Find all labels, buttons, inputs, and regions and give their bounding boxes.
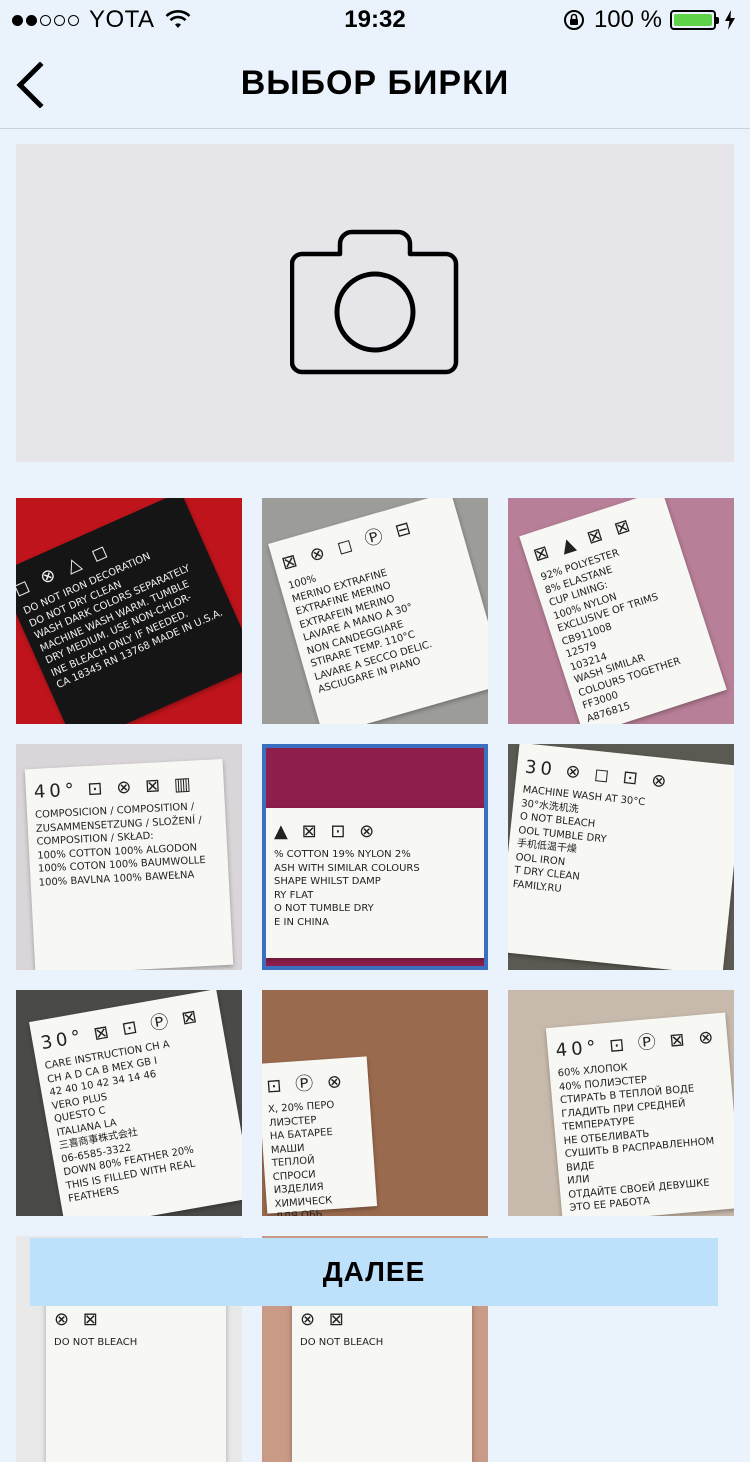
tag-thumbnail[interactable]: 40° ⊡ ⊗ ⊠ ▥ COMPOSICION / COMPOSITION / ZU… <box>16 744 242 970</box>
tag-thumbnail[interactable]: ⊠ ⊗ ◻ Ⓟ ⊟ 100% MERINO EXTRAFINE EXTRAFINE M… <box>262 498 488 724</box>
next-button[interactable]: ДАЛЕЕ <box>30 1238 718 1306</box>
care-symbols-icon: ⊗ ⊠ <box>300 1309 348 1330</box>
take-photo-button[interactable] <box>16 144 734 462</box>
battery-percent: 100 % <box>593 6 662 33</box>
tag-thumbnail[interactable]: 30 ⊗ ◻ ⊡ ⊗ MACHINE WASH AT 30°C 30°水洗机洗 O N… <box>508 744 734 970</box>
care-symbols-icon: ⊗ ⊠ <box>54 1309 102 1330</box>
care-label-text: E IN CHINA <box>274 916 329 928</box>
care-label-image: 30° ⊠ ⊡ Ⓟ ⊠ CARE INSTRUCTION CH A CH A D C… <box>29 990 242 1216</box>
care-label-image: ▲ ⊠ ⊡ ⊗ % COTTON 19% NYLON 2% ASH WITH SIM… <box>266 808 484 958</box>
care-label-text: RY FLAT <box>274 889 314 901</box>
care-label-text: ASH WITH SIMILAR COLOURS <box>274 862 420 874</box>
care-label-image: ⊗ ⊠ DO NOT BLEACH <box>292 1296 472 1462</box>
care-label-image: 40° ⊡ ⊗ ⊠ ▥ COMPOSICION / COMPOSITION / ZU… <box>24 758 234 970</box>
page-title: ВЫБОР БИРКИ <box>240 64 510 102</box>
orientation-lock-icon <box>563 10 584 30</box>
tag-thumbnail[interactable]: 30° ⊠ ⊡ Ⓟ ⊠ CARE INSTRUCTION CH A CH A D C… <box>16 990 242 1216</box>
camera-icon <box>290 229 459 375</box>
care-label-image: 40° ⊡ Ⓟ ⊠ ⊗ 60% ХЛОПОК 40% ПОЛИЭСТЕР СТИРАТ… <box>545 1012 734 1216</box>
care-symbols-icon: ▲ ⊠ ⊡ ⊗ <box>274 821 379 842</box>
care-symbols-icon: ⊡ Ⓟ ⊗ <box>265 1070 347 1098</box>
tag-thumbnail[interactable]: ⊠ ▲ ⊠ ⊠ 92% polyester 8% elastane cup linin… <box>508 498 734 724</box>
tag-thumbnail[interactable]: ▲ ⊠ ⊡ ⊗ % COTTON 19% NYLON 2% ASH WITH SIM… <box>262 744 488 970</box>
battery-icon <box>670 10 719 30</box>
tag-thumbnail[interactable]: 40° ⊡ Ⓟ ⊠ ⊗ 60% ХЛОПОК 40% ПОЛИЭСТЕР СТИРАТ… <box>508 990 734 1216</box>
care-label-text: SHAPE WHILST DAMP <box>274 876 381 888</box>
care-label-image: 30 ⊗ ◻ ⊡ ⊗ MACHINE WASH AT 30°C 30°水洗机洗 O N… <box>508 744 734 970</box>
navigation-bar: ВЫБОР БИРКИ <box>0 40 750 129</box>
care-label-text: DO NOT BLEACH <box>300 1337 384 1349</box>
status-bar: YOTA 19:32 100 % <box>0 0 750 40</box>
battery-fill <box>674 14 712 26</box>
tag-thumbnail[interactable]: ◻ ⊗ △ ◻ DO NOT IRON DECORATION DO NOT DRY … <box>16 498 242 724</box>
care-label-image: ⊠ ⊗ ◻ Ⓟ ⊟ 100% MERINO EXTRAFINE EXTRAFINE M… <box>268 498 488 724</box>
status-right: 100 % <box>562 6 736 34</box>
care-label-image: ◻ ⊗ △ ◻ DO NOT IRON DECORATION DO NOT DRY … <box>16 498 242 724</box>
care-label-text: O NOT TUMBLE DRY <box>274 903 374 915</box>
charging-bolt-icon <box>725 10 735 30</box>
tag-thumbnail[interactable]: ⊡ Ⓟ ⊗ Х, 20% перо лиэстер на батарее Маши теп… <box>262 990 488 1216</box>
care-label-text: DO NOT BLEACH <box>54 1337 138 1349</box>
care-label-image: ⊠ ▲ ⊠ ⊠ 92% polyester 8% elastane cup linin… <box>519 498 727 724</box>
care-label-text: % COTTON 19% NYLON 2% <box>274 849 411 861</box>
care-label-image: ⊡ Ⓟ ⊗ Х, 20% перо лиэстер на батарее Маши теп… <box>262 1056 378 1216</box>
care-label-image: ⊗ ⊠ DO NOT BLEACH <box>46 1296 226 1462</box>
